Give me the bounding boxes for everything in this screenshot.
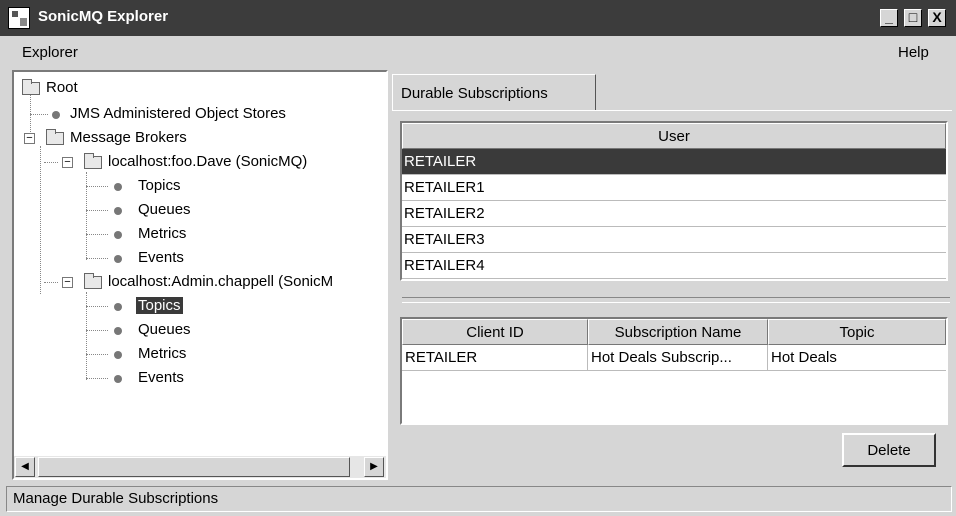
close-button[interactable]: X bbox=[928, 9, 946, 27]
folder-icon bbox=[84, 273, 102, 289]
tree-node-topics[interactable]: Topics bbox=[14, 176, 384, 198]
folder-icon bbox=[84, 153, 102, 169]
tree-label: Root bbox=[46, 79, 78, 96]
horizontal-scrollbar[interactable]: ◀ ▶ bbox=[14, 456, 386, 478]
delete-button-label: Delete bbox=[867, 442, 911, 459]
tab-panel: User RETAILER RETAILER1 RETAILER2 RETAIL… bbox=[392, 110, 952, 482]
tree-node-queues[interactable]: Queues bbox=[14, 320, 384, 342]
cell-subscription-name: Hot Deals Subscrip... bbox=[588, 345, 768, 370]
cell-client-id: RETAILER bbox=[402, 345, 588, 370]
tree-node-queues[interactable]: Queues bbox=[14, 200, 384, 222]
subscription-table[interactable]: Client ID Subscription Name Topic RETAIL… bbox=[400, 317, 948, 425]
tree-label: Events bbox=[138, 369, 184, 386]
explorer-tree[interactable]: Root JMS Administered Object Stores − Me… bbox=[12, 70, 388, 480]
folder-icon bbox=[22, 79, 40, 95]
tree-label: Queues bbox=[138, 321, 191, 338]
menu-explorer[interactable]: Explorer bbox=[22, 44, 78, 61]
table-row[interactable]: RETAILER Hot Deals Subscrip... Hot Deals bbox=[402, 345, 946, 371]
folder-icon bbox=[46, 129, 64, 145]
table-row[interactable]: RETAILER4 bbox=[402, 253, 946, 279]
scroll-left-icon[interactable]: ◀ bbox=[15, 457, 35, 477]
bullet-icon bbox=[114, 207, 122, 215]
app-icon bbox=[8, 7, 30, 29]
minimize-button[interactable]: _ bbox=[880, 9, 898, 27]
table-row[interactable]: RETAILER bbox=[402, 149, 946, 175]
detail-pane: Durable Subscriptions User RETAILER RETA… bbox=[390, 70, 956, 482]
tree-node-events[interactable]: Events bbox=[14, 368, 384, 390]
window-title: SonicMQ Explorer bbox=[38, 8, 169, 25]
tree-node-events[interactable]: Events bbox=[14, 248, 384, 270]
menu-bar: Explorer Help bbox=[0, 36, 956, 68]
menu-help[interactable]: Help bbox=[898, 44, 929, 61]
column-header-subscription-name[interactable]: Subscription Name bbox=[588, 319, 768, 345]
bullet-icon bbox=[114, 351, 122, 359]
scroll-right-icon[interactable]: ▶ bbox=[364, 457, 384, 477]
delete-button[interactable]: Delete bbox=[842, 433, 936, 467]
tree-label: Metrics bbox=[138, 225, 187, 242]
tree-label: Message Brokers bbox=[70, 129, 187, 146]
tree-node-broker-chappell[interactable]: − localhost:Admin.chappell (SonicM bbox=[14, 272, 384, 294]
tree-node-jms-stores[interactable]: JMS Administered Object Stores bbox=[14, 104, 384, 126]
bullet-icon bbox=[114, 303, 122, 311]
column-header-client-id[interactable]: Client ID bbox=[402, 319, 588, 345]
bullet-icon bbox=[114, 231, 122, 239]
divider bbox=[402, 297, 950, 303]
table-row[interactable]: RETAILER2 bbox=[402, 201, 946, 227]
column-header-topic[interactable]: Topic bbox=[768, 319, 946, 345]
collapse-icon[interactable]: − bbox=[24, 133, 35, 144]
tree-node-broker-dave[interactable]: − localhost:foo.Dave (SonicMQ) bbox=[14, 152, 384, 174]
maximize-button[interactable]: □ bbox=[904, 9, 922, 27]
tree-node-metrics[interactable]: Metrics bbox=[14, 224, 384, 246]
tree-label: Queues bbox=[138, 201, 191, 218]
scrollbar-thumb[interactable] bbox=[38, 457, 350, 477]
bullet-icon bbox=[114, 255, 122, 263]
tree-label: Topics bbox=[136, 297, 183, 314]
status-bar: Manage Durable Subscriptions bbox=[6, 486, 952, 512]
bullet-icon bbox=[114, 327, 122, 335]
tree-node-root[interactable]: Root bbox=[14, 78, 384, 100]
collapse-icon[interactable]: − bbox=[62, 277, 73, 288]
tree-label: JMS Administered Object Stores bbox=[70, 105, 286, 122]
tree-label: Metrics bbox=[138, 345, 187, 362]
tree-node-topics-selected[interactable]: Topics bbox=[14, 296, 384, 318]
bullet-icon bbox=[114, 183, 122, 191]
tree-label: localhost:Admin.chappell (SonicM bbox=[108, 273, 334, 290]
app-window: SonicMQ Explorer _ □ X Explorer Help Roo… bbox=[0, 0, 956, 516]
table-row[interactable]: RETAILER3 bbox=[402, 227, 946, 253]
title-bar[interactable]: SonicMQ Explorer _ □ X bbox=[0, 0, 956, 36]
user-table[interactable]: User RETAILER RETAILER1 RETAILER2 RETAIL… bbox=[400, 121, 948, 281]
tree-label: Topics bbox=[138, 177, 181, 194]
tree-label: localhost:foo.Dave (SonicMQ) bbox=[108, 153, 308, 170]
bullet-icon bbox=[114, 375, 122, 383]
tree-label: Events bbox=[138, 249, 184, 266]
table-row[interactable]: RETAILER1 bbox=[402, 175, 946, 201]
cell-topic: Hot Deals bbox=[771, 349, 837, 366]
column-header-user[interactable]: User bbox=[402, 123, 946, 149]
tree-node-message-brokers[interactable]: − Message Brokers bbox=[14, 128, 384, 150]
tab-durable-subscriptions[interactable]: Durable Subscriptions bbox=[392, 74, 596, 110]
bullet-icon bbox=[52, 111, 60, 119]
tree-node-metrics[interactable]: Metrics bbox=[14, 344, 384, 366]
collapse-icon[interactable]: − bbox=[62, 157, 73, 168]
